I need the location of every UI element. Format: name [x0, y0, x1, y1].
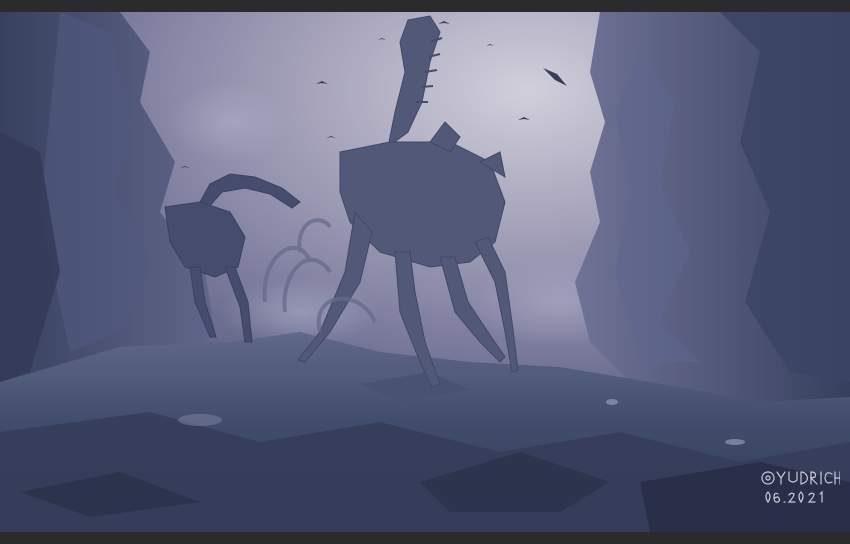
canvas-frame [0, 0, 850, 544]
artist-signature [760, 466, 840, 510]
atmospheric-haze [0, 12, 850, 532]
artwork-painting [0, 12, 850, 532]
painting-svg [0, 12, 850, 532]
